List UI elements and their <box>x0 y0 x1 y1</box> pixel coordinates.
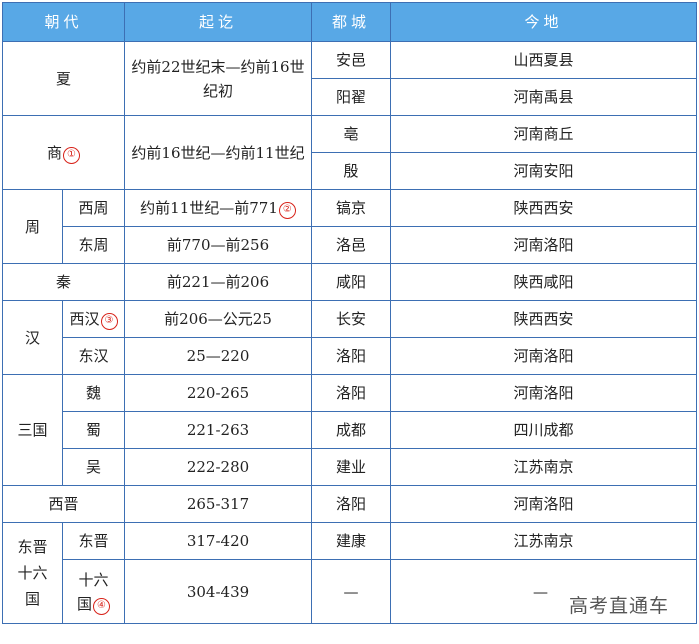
table-row: 秦 前221—前206 咸阳 陕西咸阳 <box>1 263 698 301</box>
table-row: 周 西周 约前11世纪—前771 ② 镐京 陕西西安 <box>2 189 698 264</box>
today-cell: 河南禹县 <box>390 78 698 116</box>
capital-cell: 安邑 <box>311 41 392 79</box>
today-cell: 河南洛阳 <box>390 337 698 375</box>
table-row: 西晋 265-317 洛阳 河南洛阳 <box>1 485 698 523</box>
sub-dynasty: 东周 <box>61 226 126 264</box>
today-cell: 四川成都 <box>390 411 698 449</box>
period-cell: 317-420 <box>124 522 313 560</box>
dynasty-dongjin: 东晋十六国 <box>2 522 63 624</box>
capital-cell: 洛阳 <box>311 337 392 375</box>
header-period: 起讫 <box>124 2 313 42</box>
period-cell: 304-439 <box>124 559 313 624</box>
today-cell: 河南洛阳 <box>390 226 698 264</box>
today-cell: 陕西西安 <box>390 189 698 227</box>
today-cell: 河南安阳 <box>390 152 698 190</box>
period-cell: 25—220 <box>124 337 313 375</box>
capital-cell: 建康 <box>311 522 392 560</box>
header-dynasty: 朝代 <box>1 2 126 42</box>
sub-dynasty: 吴 <box>61 448 126 486</box>
sub-dynasty: 东汉 <box>61 337 126 375</box>
footnote-marker: ④ <box>92 595 111 615</box>
header-today: 今地 <box>390 2 698 42</box>
sub-dynasty: 西周 <box>61 189 126 227</box>
sub-dynasty: 西汉 ③ <box>61 300 126 338</box>
dynasty-table: 朝代 起讫 都城 今地 夏 约前22世纪末—约前16世纪初 安邑 山西夏县 阳翟… <box>1 2 698 624</box>
today-cell: 河南洛阳 <box>390 374 698 412</box>
today-cell: 陕西西安 <box>390 300 698 338</box>
table-row: 三国 魏 220-265 洛阳 河南洛阳 <box>2 374 698 486</box>
today-cell: 河南商丘 <box>390 115 698 153</box>
sub-dynasty: 魏 <box>61 374 126 412</box>
dynasty-shang: 商① <box>1 115 126 190</box>
capital-cell: 洛阳 <box>311 485 392 523</box>
capital-cell: — <box>311 559 392 624</box>
watermark-text: 高考直通车 <box>568 595 669 617</box>
capital-cell: 殷 <box>311 152 392 190</box>
table-row: 吴 222-280 建业 江苏南京 <box>3 448 698 486</box>
header-capital: 都城 <box>311 2 392 42</box>
sub-dynasty: 蜀 <box>61 411 126 449</box>
period-cell: 前206—公元25 <box>124 300 313 338</box>
dynasty-qin: 秦 <box>1 263 126 301</box>
dynasty-shang-label: 商 <box>47 143 63 162</box>
today-cell: 江苏南京 <box>390 522 698 560</box>
period-cell: 前221—前206 <box>124 263 313 301</box>
capital-cell: 成都 <box>311 411 392 449</box>
table-row: 汉 西汉 ③ 前206—公元25 长安 陕西西安 <box>2 300 698 375</box>
dynasty-xia: 夏 <box>1 41 126 116</box>
dynasty-han: 汉 <box>2 300 63 375</box>
period-cell: 前770—前256 <box>124 226 313 264</box>
period-cell: 222-280 <box>124 448 313 486</box>
table-row: 蜀 221-263 成都 四川成都 <box>3 411 698 449</box>
table-row: 东汉 25—220 洛阳 河南洛阳 <box>3 337 698 375</box>
capital-cell: 长安 <box>311 300 392 338</box>
sub-dynasty: 东晋 <box>61 522 126 560</box>
today-cell: 河南洛阳 <box>390 485 698 523</box>
footnote-marker: ② <box>278 199 296 219</box>
capital-cell: 阳翟 <box>311 78 392 116</box>
footnote-marker: ① <box>62 144 81 164</box>
period-xia: 约前22世纪末—约前16世纪初 <box>124 41 313 116</box>
capital-cell: 洛邑 <box>311 226 392 264</box>
period-cell: 220-265 <box>124 374 313 412</box>
today-cell: 陕西咸阳 <box>390 263 698 301</box>
capital-cell: 咸阳 <box>311 263 392 301</box>
table-row: 东周 前770—前256 洛邑 河南洛阳 <box>3 226 698 264</box>
today-cell: 山西夏县 <box>390 41 698 79</box>
dynasty-xijin: 西晋 <box>1 485 126 523</box>
period-cell: 265-317 <box>124 485 313 523</box>
period-shang: 约前16世纪—约前11世纪 <box>124 115 313 190</box>
dynasty-sanguo: 三国 <box>2 374 63 486</box>
footnote-marker: ③ <box>100 310 118 330</box>
period-cell: 221-263 <box>124 411 313 449</box>
table-row: 东晋十六国 东晋 317-420 建康 江苏南京 <box>2 522 698 624</box>
table-row: 商① 约前16世纪—约前11世纪 亳 河南商丘 <box>1 115 698 190</box>
capital-cell: 建业 <box>311 448 392 486</box>
capital-cell: 洛阳 <box>311 374 392 412</box>
dynasty-zhou: 周 <box>2 189 63 264</box>
capital-cell: 镐京 <box>311 189 392 227</box>
today-cell: 江苏南京 <box>390 448 698 486</box>
table-header-row: 朝代 起讫 都城 今地 <box>1 2 698 42</box>
table-row: 夏 约前22世纪末—约前16世纪初 安邑 山西夏县 <box>1 41 698 116</box>
capital-cell: 亳 <box>311 115 392 153</box>
period-cell: 约前11世纪—前771 ② <box>124 189 313 227</box>
sub-dynasty: 十六国 ④ <box>61 559 126 624</box>
